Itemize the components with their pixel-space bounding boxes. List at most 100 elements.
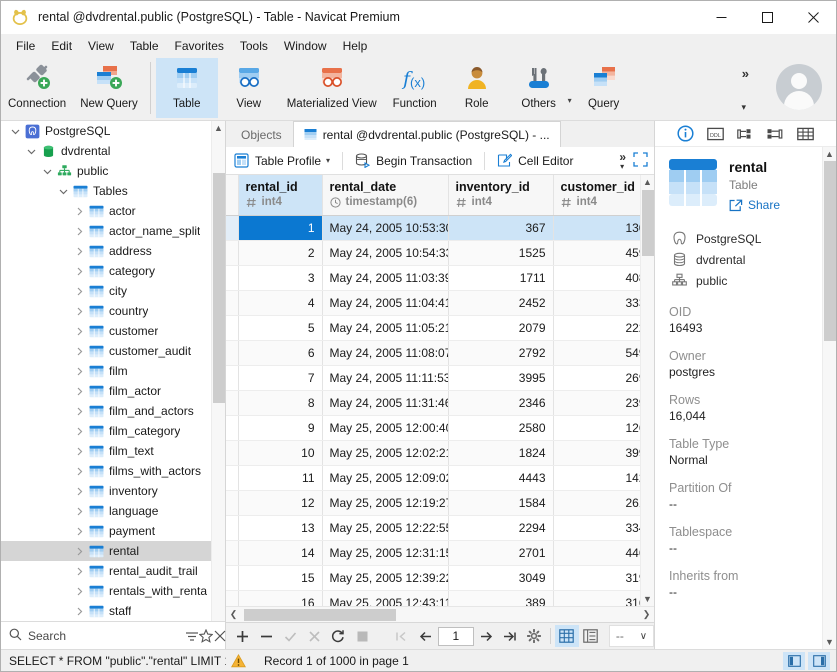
tree-item-film-category[interactable]: film_category: [1, 421, 211, 441]
row-marker-cell[interactable]: [226, 265, 239, 291]
toolbar-overflow-caret-icon[interactable]: ▾: [741, 102, 746, 113]
grid-scroll-thumb[interactable]: [642, 190, 654, 256]
tree-item-staff[interactable]: staff: [1, 601, 211, 621]
chevron-right-icon[interactable]: [71, 547, 87, 556]
chevron-right-icon[interactable]: [71, 387, 87, 396]
next-page-button[interactable]: [474, 625, 498, 647]
ddl-icon[interactable]: DDL: [706, 124, 726, 144]
chevron-right-icon[interactable]: [71, 327, 87, 336]
tree-item-customer-audit[interactable]: customer_audit: [1, 341, 211, 361]
cell-rental-date[interactable]: May 24, 2005 11:03:39: [322, 265, 449, 291]
row-marker-cell[interactable]: [226, 540, 239, 566]
cell-rental-id[interactable]: 13: [238, 515, 323, 541]
apply-changes-button[interactable]: [278, 625, 302, 647]
toolbar-materialized-view-button[interactable]: Materialized View: [280, 58, 384, 118]
cell-rental-id[interactable]: 1: [238, 215, 323, 241]
chevron-right-icon[interactable]: [71, 307, 87, 316]
tree-item-city[interactable]: city: [1, 281, 211, 301]
cell-rental-id[interactable]: 11: [238, 465, 323, 491]
dependency-icon[interactable]: [766, 124, 786, 144]
cell-inventory-id[interactable]: 2346: [448, 390, 554, 416]
table-row[interactable]: 12May 25, 2005 12:19:271584261: [226, 490, 640, 516]
tree-item-rental[interactable]: rental: [1, 541, 211, 561]
menu-edit[interactable]: Edit: [43, 36, 80, 56]
chevron-right-icon[interactable]: [71, 487, 87, 496]
tree-item-public[interactable]: public: [1, 161, 211, 181]
cell-inventory-id[interactable]: 1584: [448, 490, 554, 516]
tree-item-actor[interactable]: actor: [1, 201, 211, 221]
table-row[interactable]: 5May 24, 2005 11:05:212079222: [226, 315, 640, 341]
cell-rental-id[interactable]: 7: [238, 365, 323, 391]
tree-item-Tables[interactable]: Tables: [1, 181, 211, 201]
cell-editor-button[interactable]: Cell Editor: [489, 148, 581, 174]
chevron-right-icon[interactable]: [71, 287, 87, 296]
cell-rental-id[interactable]: 4: [238, 290, 323, 316]
last-page-button[interactable]: [498, 625, 522, 647]
gear-icon[interactable]: [522, 625, 546, 647]
cell-inventory-id[interactable]: 2792: [448, 340, 554, 366]
tree-item-films-with-actors[interactable]: films_with_actors: [1, 461, 211, 481]
table-row[interactable]: 14May 25, 2005 12:31:152701446: [226, 540, 640, 566]
chevron-right-icon[interactable]: [71, 367, 87, 376]
right-panel-toggle-icon[interactable]: [808, 651, 830, 670]
column-header-inventory-id[interactable]: inventory_id int4: [448, 175, 554, 216]
chevron-right-icon[interactable]: [71, 207, 87, 216]
row-marker-cell[interactable]: [226, 290, 239, 316]
refresh-button[interactable]: [326, 625, 350, 647]
chevron-right-icon[interactable]: [71, 427, 87, 436]
tree-item-film-and-actors[interactable]: film_and_actors: [1, 401, 211, 421]
chevron-down-icon[interactable]: ▾: [326, 156, 330, 165]
cell-rental-id[interactable]: 8: [238, 390, 323, 416]
tab-objects[interactable]: Objects: [230, 123, 293, 147]
table-row[interactable]: 2May 24, 2005 10:54:331525459: [226, 240, 640, 266]
tree-item-customer[interactable]: customer: [1, 321, 211, 341]
cell-rental-date[interactable]: May 25, 2005 12:02:21: [322, 440, 449, 466]
sidebar-scroll-thumb[interactable]: [213, 173, 225, 403]
cell-rental-date[interactable]: May 24, 2005 11:31:46: [322, 390, 449, 416]
menu-help[interactable]: Help: [335, 36, 376, 56]
grid-vertical-scrollbar[interactable]: ▲ ▼: [640, 175, 654, 606]
cell-rental-date[interactable]: May 24, 2005 10:53:30: [322, 215, 449, 241]
chevron-right-icon[interactable]: [71, 567, 87, 576]
chevron-right-icon[interactable]: [71, 227, 87, 236]
cell-rental-date[interactable]: May 24, 2005 10:54:33: [322, 240, 449, 266]
menu-window[interactable]: Window: [276, 36, 335, 56]
tree-item-country[interactable]: country: [1, 301, 211, 321]
toolbar-function-button[interactable]: f (x) Function: [384, 58, 446, 118]
table-row[interactable]: 4May 24, 2005 11:04:412452333: [226, 290, 640, 316]
table-row[interactable]: 3May 24, 2005 11:03:391711408: [226, 265, 640, 291]
chevron-right-icon[interactable]: [71, 467, 87, 476]
grid-horizontal-scrollbar[interactable]: ❮ ❯: [226, 606, 654, 622]
tree-item-language[interactable]: language: [1, 501, 211, 521]
cell-rental-id[interactable]: 3: [238, 265, 323, 291]
filter-icon[interactable]: [185, 626, 199, 646]
table-profile-button[interactable]: Table Profile ▾: [226, 148, 338, 174]
grid-scroll-up-icon[interactable]: ▲: [641, 175, 654, 189]
table-row[interactable]: 10May 25, 2005 12:02:211824399: [226, 440, 640, 466]
cell-customer-id[interactable]: 334: [553, 515, 640, 541]
cell-inventory-id[interactable]: 1711: [448, 265, 554, 291]
row-marker-cell[interactable]: [226, 390, 239, 416]
tree-item-PostgreSQL[interactable]: PostgreSQL: [1, 121, 211, 141]
warning-icon[interactable]: [226, 653, 250, 668]
table-row[interactable]: 7May 24, 2005 11:11:533995269: [226, 365, 640, 391]
maximize-button[interactable]: [744, 1, 790, 34]
cell-rental-date[interactable]: May 25, 2005 12:19:27: [322, 490, 449, 516]
prev-page-button[interactable]: [414, 625, 438, 647]
search-input[interactable]: [22, 627, 185, 644]
cell-rental-date[interactable]: May 25, 2005 12:09:02: [322, 465, 449, 491]
tree-item-film-actor[interactable]: film_actor: [1, 381, 211, 401]
cell-rental-id[interactable]: 2: [238, 240, 323, 266]
chevron-right-icon[interactable]: [71, 607, 87, 616]
tree-item-film-text[interactable]: film_text: [1, 441, 211, 461]
table-row[interactable]: 9May 25, 2005 12:00:402580126: [226, 415, 640, 441]
cell-rental-date[interactable]: May 25, 2005 12:00:40: [322, 415, 449, 441]
table-row[interactable]: 15May 25, 2005 12:39:223049319: [226, 565, 640, 591]
row-marker-cell[interactable]: [226, 565, 239, 591]
column-header-rental-id[interactable]: rental_id int4: [238, 175, 323, 216]
subtoolbar-overflow-caret-icon[interactable]: ▾: [620, 162, 624, 171]
row-marker-cell[interactable]: [226, 340, 239, 366]
info-scroll-down-icon[interactable]: ▼: [823, 635, 836, 649]
relation-icon[interactable]: [736, 124, 756, 144]
cell-rental-date[interactable]: May 25, 2005 12:43:11: [322, 590, 449, 606]
